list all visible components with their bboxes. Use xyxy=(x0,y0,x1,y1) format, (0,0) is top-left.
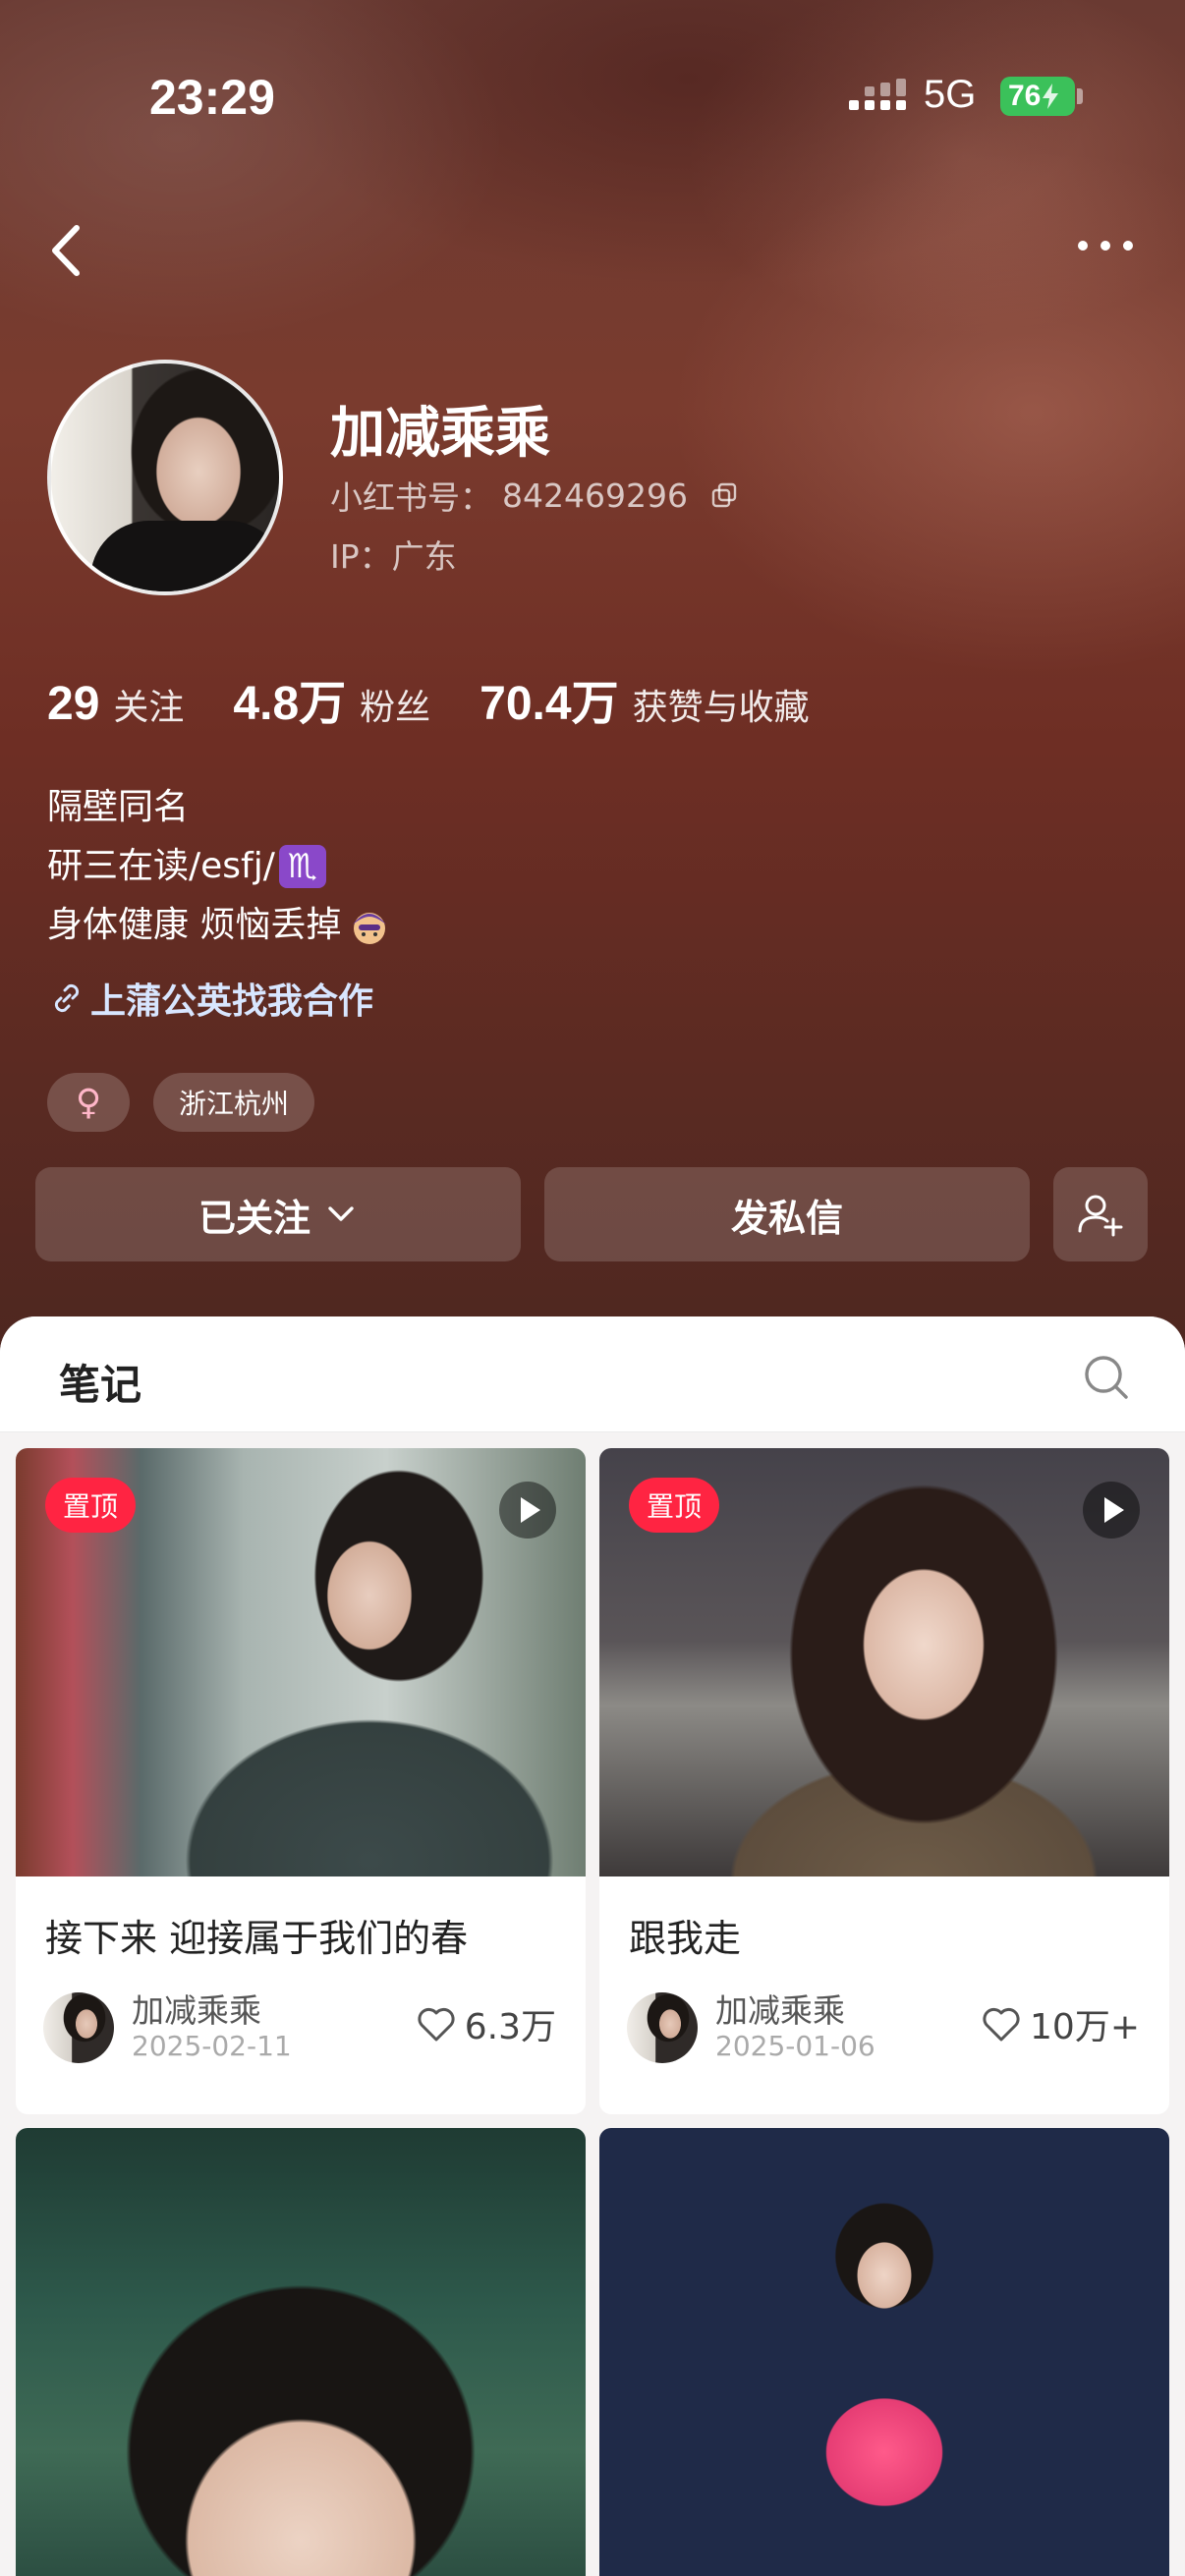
note-card[interactable]: 置顶 跟我走 加减乘乘 2025-01-06 10万+ xyxy=(599,1448,1169,2114)
stat-likes-label: 获赞与收藏 xyxy=(632,688,810,728)
note-date: 2025-02-11 xyxy=(132,2030,292,2062)
collab-link[interactable]: 上蒲公英找我合作 xyxy=(47,973,373,1024)
note-card[interactable] xyxy=(16,2128,586,2576)
fairy-emoji-icon xyxy=(353,913,387,944)
note-author: 加减乘乘 xyxy=(715,1991,845,2030)
note-card[interactable] xyxy=(599,2128,1169,2576)
stat-following[interactable]: 29 关注 xyxy=(47,677,184,731)
following-button-label: 已关注 xyxy=(198,1196,310,1240)
ip-value: 广东 xyxy=(391,537,457,576)
like-count: 6.3万 xyxy=(464,2007,556,2047)
message-button[interactable]: 发私信 xyxy=(544,1167,1030,1261)
avatar-portrait xyxy=(90,521,279,591)
note-cover-image xyxy=(16,2128,586,2576)
gender-tag: ♀ xyxy=(47,1073,130,1132)
scorpio-icon: ♏ xyxy=(278,845,326,888)
heart-icon xyxy=(418,2007,455,2042)
chevron-down-icon xyxy=(328,1206,354,1221)
note-meta: 加减乘乘 2025-02-11 6.3万 xyxy=(16,1979,586,2097)
note-cover-image: 置顶 xyxy=(599,1448,1169,1876)
back-icon[interactable] xyxy=(39,216,98,285)
following-button[interactable]: 已关注 xyxy=(35,1167,521,1261)
nickname: 加减乘乘 xyxy=(330,402,550,466)
network-label: 5G xyxy=(924,73,977,116)
note-author: 加减乘乘 xyxy=(132,1991,261,2030)
notes-header: 笔记 xyxy=(0,1316,1185,1432)
stat-likes-count: 70.4万 xyxy=(480,678,619,730)
note-cover-image: 置顶 xyxy=(16,1448,586,1876)
search-icon[interactable] xyxy=(1081,1352,1132,1403)
heart-icon xyxy=(983,2007,1020,2042)
copy-icon[interactable] xyxy=(711,482,737,508)
video-play-icon xyxy=(1083,1482,1140,1539)
stat-followers-count: 4.8万 xyxy=(233,678,347,730)
stat-followers-label: 粉丝 xyxy=(360,688,431,728)
note-title: 接下来 迎接属于我们的春 xyxy=(45,1917,469,1960)
stat-followers[interactable]: 4.8万 粉丝 xyxy=(233,664,430,733)
account-id-label: 小红书号： xyxy=(330,478,492,517)
account-id-row: 小红书号： 842469296 xyxy=(330,472,737,519)
avatar[interactable] xyxy=(47,360,283,595)
profile-tags: ♀ 浙江杭州 xyxy=(47,1073,315,1132)
battery-tip xyxy=(1077,88,1083,104)
note-meta: 加减乘乘 2025-01-06 10万+ xyxy=(599,1979,1169,2097)
location-tag: 浙江杭州 xyxy=(153,1073,315,1132)
note-cover-image xyxy=(599,2128,1169,2576)
status-time: 23:29 xyxy=(149,70,275,125)
note-card[interactable]: 置顶 接下来 迎接属于我们的春 加减乘乘 2025-02-11 6.3万 xyxy=(16,1448,586,2114)
battery-indicator: 76 xyxy=(1000,77,1075,116)
collab-link-label: 上蒲公英找我合作 xyxy=(90,981,374,1022)
add-user-icon xyxy=(1078,1195,1123,1237)
stat-following-count: 29 xyxy=(47,678,100,730)
bio-line: 隔壁同名 xyxy=(47,787,190,827)
note-title: 跟我走 xyxy=(629,1917,742,1960)
add-friend-button[interactable] xyxy=(1053,1167,1148,1261)
battery-level: 76 xyxy=(1008,80,1042,112)
profile-stats: 29 关注 4.8万 粉丝 70.4万 获赞与收藏 xyxy=(47,664,859,733)
like-button[interactable]: 6.3万 xyxy=(416,1998,556,2049)
more-icon[interactable] xyxy=(1071,226,1140,265)
author-avatar xyxy=(43,1992,114,2063)
ip-label: IP： xyxy=(330,537,392,576)
charging-icon xyxy=(1043,84,1059,109)
account-id-value: 842469296 xyxy=(502,476,688,515)
bio-text: 研三在读/esfj/ xyxy=(47,846,275,886)
notes-panel: 笔记 置顶 接下来 迎接属于我们的春 加减乘乘 2025-02-11 6.3万 xyxy=(0,1316,1185,2576)
ip-location: IP：广东 xyxy=(330,531,457,578)
link-icon xyxy=(54,983,80,1013)
status-bar: 23:29 5G 76 xyxy=(0,0,1185,187)
stat-following-label: 关注 xyxy=(113,688,185,728)
profile-actions: 已关注 发私信 xyxy=(35,1167,1148,1261)
pinned-badge: 置顶 xyxy=(629,1478,720,1533)
video-play-icon xyxy=(499,1482,556,1539)
bio-text: 身体健康 烦恼丢掉 xyxy=(47,905,342,945)
stat-likes[interactable]: 70.4万 获赞与收藏 xyxy=(480,664,809,733)
bio-line: 身体健康 烦恼丢掉 xyxy=(47,896,392,955)
bio-line: 研三在读/esfj/ ♏ xyxy=(47,837,392,896)
signal-icon xyxy=(849,79,906,110)
like-button[interactable]: 10万+ xyxy=(981,1998,1140,2049)
like-count: 10万+ xyxy=(1030,2007,1140,2047)
note-date: 2025-01-06 xyxy=(715,2030,875,2062)
tab-notes[interactable]: 笔记 xyxy=(59,1352,141,1412)
bio: 隔壁同名 研三在读/esfj/ ♏ 身体健康 烦恼丢掉 xyxy=(47,778,392,955)
author-avatar xyxy=(627,1992,698,2063)
pinned-badge: 置顶 xyxy=(45,1478,137,1533)
